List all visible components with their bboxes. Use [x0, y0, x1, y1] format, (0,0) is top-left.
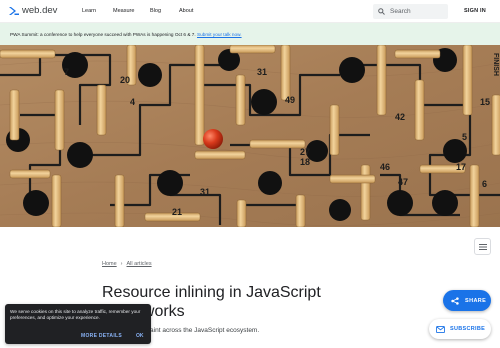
breadcrumb-all-articles[interactable]: All articles	[127, 261, 152, 267]
maze-number: 5	[462, 132, 467, 142]
web-dev-logo[interactable]: web.dev	[9, 5, 57, 16]
cookie-notice: We serve cookies on this site to analyze…	[5, 304, 151, 344]
share-icon	[451, 296, 459, 305]
search-icon	[378, 8, 385, 15]
nav-learn[interactable]: Learn	[82, 8, 96, 14]
maze-number: 6	[482, 179, 487, 189]
nav-blog[interactable]: Blog	[150, 8, 161, 14]
cookie-text: We serve cookies on this site to analyze…	[10, 309, 141, 321]
search-box[interactable]: Search	[373, 4, 448, 19]
maze-number: 15	[480, 97, 490, 107]
share-button[interactable]: SHARE	[443, 290, 491, 311]
sign-in-button[interactable]: SIGN IN	[464, 8, 486, 14]
email-icon	[436, 325, 445, 333]
subscribe-label: SUBSCRIBE	[450, 326, 486, 332]
announcement-banner: PWA Summit: a conference to help everyon…	[0, 23, 500, 45]
table-of-contents-button[interactable]	[474, 238, 491, 255]
maze-number: 46	[380, 162, 390, 172]
logo-text: web.dev	[22, 5, 58, 16]
maze-number: 7	[64, 67, 69, 77]
red-ball	[203, 129, 223, 149]
maze-number: 47	[398, 177, 408, 187]
maze-number: 20	[120, 75, 130, 85]
maze-number: 27	[300, 147, 310, 157]
top-app-bar: web.dev Learn Measure Blog About Search …	[0, 0, 500, 23]
nav-about[interactable]: About	[179, 8, 193, 14]
hero-image: 20 7 4 31 49 27 42 18 21 31 5 6 46 47 17…	[0, 45, 500, 227]
subscribe-button[interactable]: SUBSCRIBE	[429, 319, 491, 339]
maze-number: 31	[200, 187, 210, 197]
maze-number: 4	[130, 97, 135, 107]
list-icon	[478, 243, 487, 250]
breadcrumb: Home › All articles	[102, 261, 152, 267]
labyrinth-illustration: 20 7 4 31 49 27 42 18 21 31 5 6 46 47 17…	[0, 45, 500, 227]
breadcrumb-separator: ›	[120, 261, 123, 267]
cookie-ok-button[interactable]: OK	[136, 333, 144, 339]
maze-number: 49	[285, 95, 295, 105]
banner-text: PWA Summit: a conference to help everyon…	[10, 32, 242, 37]
banner-message: PWA Summit: a conference to help everyon…	[10, 32, 197, 37]
cookie-more-details-button[interactable]: MORE DETAILS	[81, 333, 122, 339]
maze-number: 31	[257, 67, 267, 77]
banner-link[interactable]: Submit your talk now.	[197, 32, 242, 37]
maze-number: 17	[456, 162, 466, 172]
breadcrumb-home[interactable]: Home	[102, 261, 117, 267]
maze-number: 21	[172, 207, 182, 217]
maze-number: 18	[300, 157, 310, 167]
maze-number: 42	[395, 112, 405, 122]
finish-label: FINISH	[492, 53, 499, 76]
web-dev-logo-icon	[9, 6, 19, 15]
share-label: SHARE	[465, 297, 487, 304]
search-placeholder: Search	[390, 8, 411, 15]
nav-measure[interactable]: Measure	[113, 8, 134, 14]
